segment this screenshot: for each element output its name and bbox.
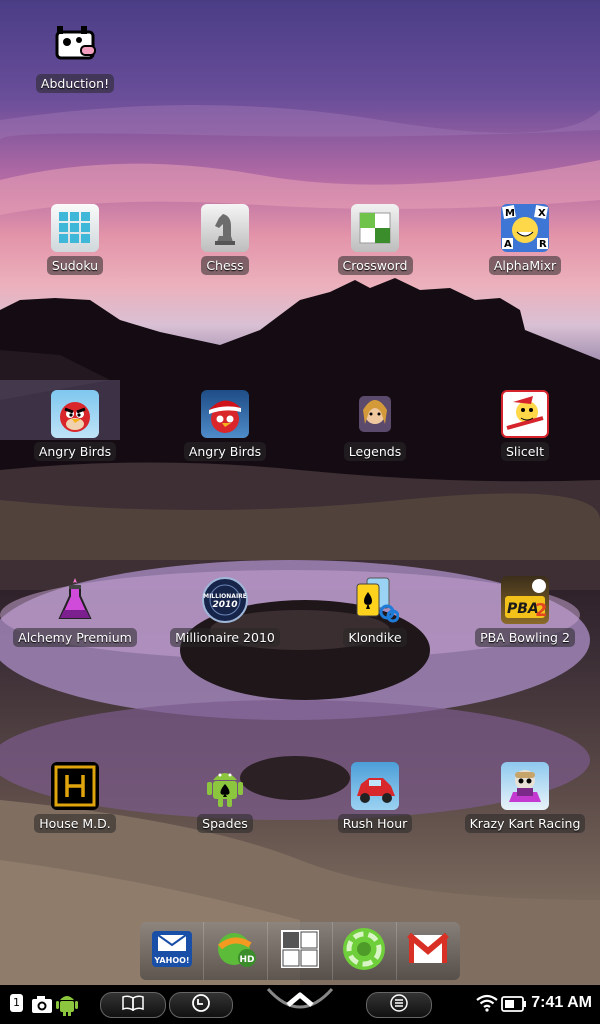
- gmail-icon: [406, 927, 450, 975]
- app-label: Crossword: [337, 256, 413, 275]
- clock[interactable]: 7:41 AM: [531, 994, 592, 1012]
- dock: YAHOO! HD: [140, 922, 460, 980]
- app-label: PBA Bowling 2: [475, 628, 575, 647]
- app-label: Angry Birds: [33, 442, 117, 461]
- house-md-icon: [51, 762, 99, 810]
- app-sudoku[interactable]: Sudoku: [0, 204, 150, 275]
- menu-button[interactable]: [366, 992, 432, 1018]
- angry-birds-icon: [51, 390, 99, 438]
- app-chess[interactable]: Chess: [150, 204, 300, 275]
- book-button[interactable]: [100, 992, 166, 1018]
- dock-app-drawer[interactable]: [268, 922, 333, 980]
- angry-birds-seasons-icon: [201, 390, 249, 438]
- app-rush-hour[interactable]: Rush Hour: [300, 762, 450, 833]
- app-millionaire-2010[interactable]: MILLIONAIRE 2010 Millionaire 2010: [150, 576, 300, 647]
- yahoo-mail-icon: YAHOO!: [150, 927, 194, 975]
- millionaire-icon: MILLIONAIRE 2010: [201, 576, 249, 624]
- app-crossword[interactable]: Crossword: [300, 204, 450, 275]
- app-house-md[interactable]: House M.D.: [0, 762, 150, 833]
- krazy-kart-icon: [501, 762, 549, 810]
- svg-text:R: R: [539, 239, 547, 250]
- status-bar: 1 7:41 AM: [0, 985, 600, 1024]
- dock-yahoo-mail[interactable]: YAHOO!: [140, 922, 205, 980]
- menu-icon: [390, 994, 408, 1016]
- app-label: Rush Hour: [337, 814, 413, 833]
- spades-android-icon: [201, 762, 249, 810]
- app-label: Klondike: [343, 628, 407, 647]
- svg-text:2010: 2010: [212, 600, 237, 610]
- app-label: Millionaire 2010: [170, 628, 280, 647]
- app-grid-icon: [278, 927, 322, 975]
- back-icon: [191, 993, 211, 1017]
- app-pba-bowling-2[interactable]: PBA 2 PBA Bowling 2: [450, 576, 600, 647]
- app-legends[interactable]: Legends: [300, 390, 450, 461]
- abduction-cow-icon: [51, 22, 99, 70]
- app-label: House M.D.: [34, 814, 116, 833]
- dock-launcher[interactable]: [333, 922, 397, 980]
- svg-text:HD: HD: [239, 955, 254, 965]
- svg-text:YAHOO!: YAHOO!: [153, 956, 189, 965]
- app-label: SliceIt: [500, 442, 550, 461]
- svg-text:PBA: PBA: [507, 601, 539, 617]
- app-alchemy-premium[interactable]: Alchemy Premium: [0, 576, 150, 647]
- chess-knight-icon: [201, 204, 249, 252]
- green-ring-icon: [341, 926, 387, 976]
- home-chevron-icon[interactable]: [264, 985, 336, 1025]
- app-label: Angry Birds: [183, 442, 267, 461]
- app-abduction[interactable]: Abduction!: [0, 22, 150, 93]
- app-label: Alchemy Premium: [13, 628, 137, 647]
- app-label: Spades: [197, 814, 253, 833]
- app-angry-birds-seasons[interactable]: Angry Birds: [150, 390, 300, 461]
- app-label: Legends: [343, 442, 407, 461]
- notification-count[interactable]: 1: [10, 994, 23, 1012]
- app-klondike[interactable]: Klondike: [300, 576, 450, 647]
- legends-icon: [351, 390, 399, 438]
- klondike-cards-icon: [351, 576, 399, 624]
- svg-text:X: X: [538, 208, 546, 219]
- alchemy-flask-icon: [51, 576, 99, 624]
- app-label: Abduction!: [35, 74, 115, 93]
- app-spades[interactable]: Spades: [150, 762, 300, 833]
- book-icon: [121, 995, 145, 1015]
- svg-text:A: A: [504, 239, 512, 250]
- camera-icon[interactable]: [31, 993, 53, 1019]
- app-label: AlphaMixr: [488, 256, 562, 275]
- app-label: Krazy Kart Racing: [464, 814, 586, 833]
- pba-bowling-icon: PBA 2: [501, 576, 549, 624]
- crossword-icon: [351, 204, 399, 252]
- dock-gmail[interactable]: [397, 922, 460, 980]
- wifi-icon: [476, 994, 498, 1016]
- app-alphamixr[interactable]: M X R A AlphaMixr: [450, 204, 600, 275]
- android-icon[interactable]: [55, 991, 79, 1021]
- app-label: Sudoku: [46, 256, 104, 275]
- rush-hour-car-icon: [351, 762, 399, 810]
- dock-hd-app[interactable]: HD: [204, 922, 269, 980]
- app-angry-birds[interactable]: Angry Birds: [0, 390, 150, 461]
- sudoku-grid-icon: [51, 204, 99, 252]
- app-sliceit[interactable]: SliceIt: [450, 390, 600, 461]
- sliceit-icon: [501, 390, 549, 438]
- wallpaper: [0, 0, 600, 985]
- battery-icon: [501, 996, 527, 1016]
- hd-globe-icon: HD: [214, 927, 258, 975]
- svg-text:MILLIONAIRE: MILLIONAIRE: [203, 593, 247, 600]
- back-button[interactable]: [169, 992, 233, 1018]
- app-label: Chess: [201, 256, 249, 275]
- app-krazy-kart-racing[interactable]: Krazy Kart Racing: [450, 762, 600, 833]
- svg-text:2: 2: [535, 600, 548, 621]
- alphamixr-icon: M X R A: [501, 204, 549, 252]
- svg-text:M: M: [505, 208, 515, 219]
